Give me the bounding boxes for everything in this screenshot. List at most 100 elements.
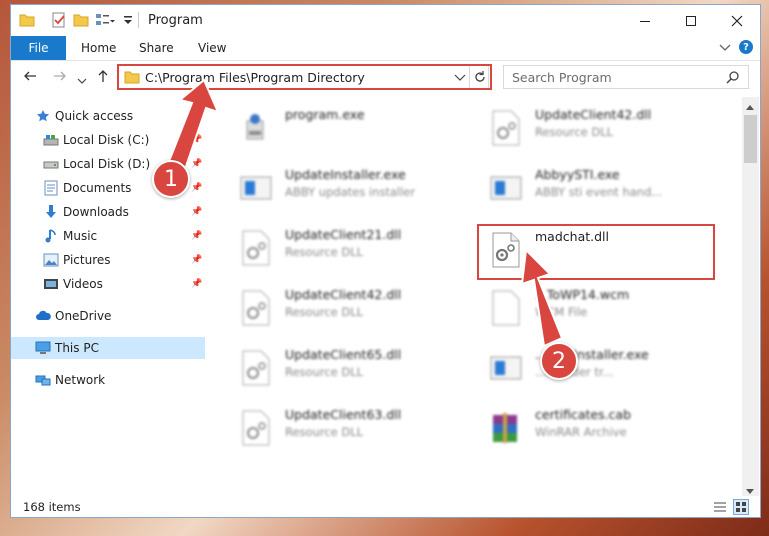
file-item[interactable]: UpdateClient42.dll Resource DLL [487, 105, 727, 153]
file-item[interactable]: UpdateClient21.dll Resource DLL [237, 225, 477, 273]
window-title: Program [148, 13, 203, 28]
file-icon [487, 289, 525, 327]
drive-icon [43, 132, 59, 148]
file-description: Resource DLL [535, 125, 614, 139]
sidebar-item-label: Quick access [55, 109, 134, 123]
cloud-icon [35, 308, 51, 324]
maximize-button[interactable] [668, 5, 714, 36]
sidebar-item-music[interactable]: Music 📌 [11, 225, 205, 247]
file-item[interactable]: ...omsInstaller.exe ...ereader tr... [487, 345, 727, 393]
file-item[interactable]: ...ToWP14.wcm WCM File [487, 285, 727, 333]
file-tab[interactable]: File [11, 36, 66, 60]
app-icon [237, 169, 275, 207]
large-icons-view-icon[interactable] [733, 499, 749, 515]
file-description: ABBY sti event hand... [535, 185, 663, 199]
properties-icon[interactable] [51, 12, 67, 28]
sidebar-item-label: Downloads [63, 205, 129, 219]
drive-icon [43, 156, 59, 172]
pin-icon: 📌 [191, 159, 203, 169]
file-item[interactable]: AbbyySTI.exe ABBY sti event hand... [487, 165, 727, 213]
pc-icon [35, 340, 51, 356]
scroll-up-icon[interactable] [745, 100, 755, 114]
file-item[interactable]: UpdateClient65.dll Resource DLL [237, 345, 477, 393]
pin-icon: 📌 [191, 135, 203, 145]
sidebar-item-downloads[interactable]: Downloads 📌 [11, 201, 205, 223]
file-name: UpdateInstaller.exe [285, 167, 406, 182]
pin-icon: 📌 [191, 255, 203, 265]
search-box[interactable]: Search Program [503, 65, 749, 89]
dll-icon [237, 409, 275, 447]
music-icon [43, 228, 59, 244]
title-bar: Program [11, 5, 760, 36]
tab-view[interactable]: View [198, 41, 226, 55]
tab-share[interactable]: Share [139, 41, 174, 55]
dll-icon [237, 349, 275, 387]
sidebar-item-label: Videos [63, 277, 103, 291]
sidebar-item-onedrive[interactable]: OneDrive [11, 305, 205, 327]
file-name: UpdateClient21.dll [285, 227, 402, 242]
expand-ribbon-icon[interactable] [719, 42, 731, 56]
file-description: Resource DLL [285, 425, 364, 439]
navigation-bar: C:\Program Files\Program Directory Searc… [11, 63, 760, 93]
file-item[interactable]: certificates.cab WinRAR Archive [487, 405, 727, 453]
forward-arrow-icon[interactable] [53, 69, 67, 87]
sidebar-item-label: Network [55, 373, 106, 387]
explorer-window: Program File Home Share View ? C:\Progra… [10, 4, 761, 518]
star-icon [35, 108, 51, 124]
customize-qa-icon[interactable] [123, 14, 133, 30]
pin-icon: 📌 [191, 231, 203, 241]
file-item[interactable]: UpdateClient42.dll Resource DLL [237, 285, 477, 333]
sidebar-item-network[interactable]: Network [11, 369, 205, 391]
recent-locations-icon[interactable] [77, 73, 87, 89]
close-button[interactable] [714, 5, 760, 36]
sidebar-item-local-disk-c[interactable]: Local Disk (C:) 📌 [11, 129, 205, 151]
sidebar-item-quick-access[interactable]: Quick access [11, 105, 205, 127]
file-name: UpdateClient63.dll [285, 407, 402, 422]
scrollbar-thumb[interactable] [744, 115, 757, 163]
videos-icon [43, 276, 59, 292]
file-name: UpdateClient42.dll [535, 107, 652, 122]
file-list: program.exe UpdateInstaller.exe ABBY upd… [207, 97, 744, 495]
sidebar-item-label: Music [63, 229, 98, 243]
dll-icon [237, 289, 275, 327]
sidebar-item-videos[interactable]: Videos 📌 [11, 273, 205, 295]
tab-home[interactable]: Home [81, 41, 116, 55]
up-arrow-icon[interactable] [96, 69, 110, 87]
file-highlight-box [477, 224, 715, 280]
file-item[interactable]: UpdateClient63.dll Resource DLL [237, 405, 477, 453]
new-folder-icon[interactable] [73, 12, 89, 28]
dll-icon [487, 109, 525, 147]
vertical-scrollbar[interactable] [742, 97, 759, 496]
file-name: UpdateClient42.dll [285, 287, 402, 302]
app-icon [487, 169, 525, 207]
file-name: certificates.cab [535, 407, 632, 422]
view-options-icon[interactable] [95, 12, 115, 28]
search-icon[interactable] [726, 70, 740, 87]
file-item[interactable]: program.exe [237, 105, 477, 153]
documents-icon [43, 180, 59, 196]
file-name: AbbyySTI.exe [535, 167, 620, 182]
help-icon[interactable]: ? [739, 40, 753, 54]
minimize-button[interactable] [622, 5, 668, 36]
sidebar-item-label: Pictures [63, 253, 111, 267]
sidebar-item-pictures[interactable]: Pictures 📌 [11, 249, 205, 271]
file-description: WinRAR Archive [535, 425, 627, 439]
sidebar-item-this-pc[interactable]: This PC [11, 337, 205, 359]
pin-icon: 📌 [191, 183, 203, 193]
callout-badge-1: 1 [152, 160, 190, 198]
sidebar-item-label: Local Disk (C:) [63, 133, 150, 147]
file-item[interactable]: UpdateInstaller.exe ABBY updates install… [237, 165, 477, 213]
folder-icon [19, 12, 35, 28]
navigation-pane: Quick access Local Disk (C:) 📌 Local Dis… [11, 100, 205, 480]
pin-icon: 📌 [191, 279, 203, 289]
back-arrow-icon[interactable] [23, 69, 37, 87]
ribbon: File Home Share View ? [11, 36, 760, 61]
file-name: UpdateClient65.dll [285, 347, 402, 362]
sidebar-item-label: Local Disk (D:) [63, 157, 151, 171]
download-icon [43, 204, 59, 220]
exe-icon [237, 109, 275, 147]
sidebar-item-label: Documents [63, 181, 132, 195]
callout-badge-2: 2 [540, 342, 578, 380]
details-view-icon[interactable] [713, 500, 727, 517]
file-description: Resource DLL [285, 365, 364, 379]
